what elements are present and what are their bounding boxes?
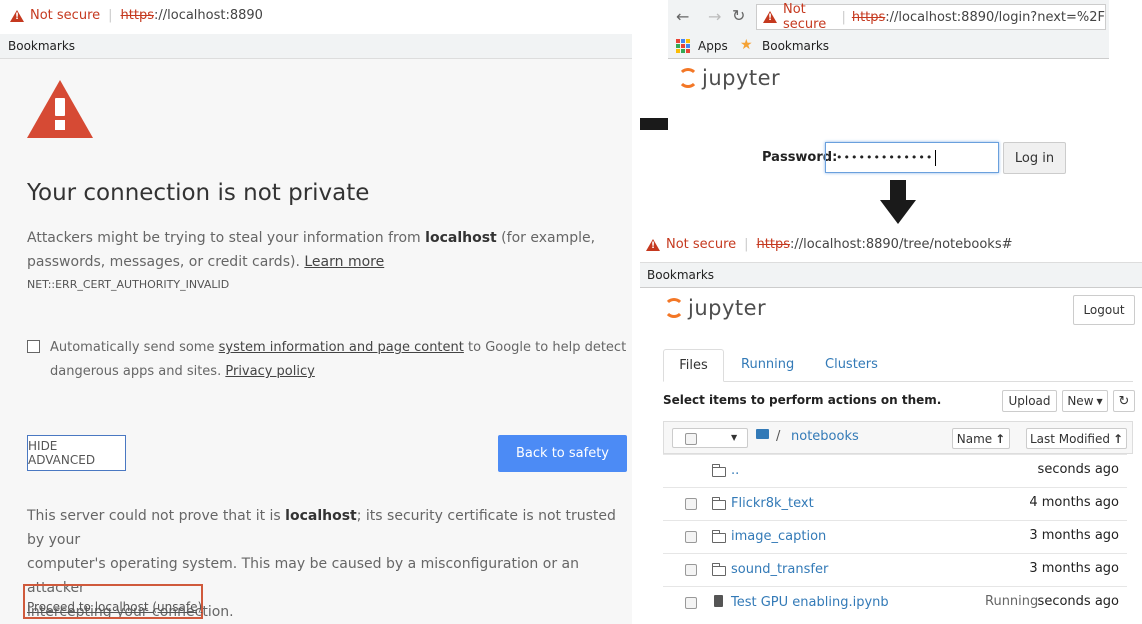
bookmark-star-icon: ★ xyxy=(740,37,753,53)
caret-down-icon: ▼ xyxy=(731,433,738,442)
row-checkbox[interactable] xyxy=(685,498,697,510)
caret-down-icon: ▼ xyxy=(1096,396,1103,406)
list-item[interactable]: image_caption 3 months ago xyxy=(663,520,1127,554)
tab-clusters[interactable]: Clusters xyxy=(825,357,878,372)
checkbox-label: Automatically send some system informati… xyxy=(50,340,627,379)
warning-icon: ! xyxy=(646,238,660,251)
url-text: ://localhost:8890 xyxy=(153,8,263,23)
proceed-highlight-box: Proceed to localhost (unsafe) xyxy=(23,584,203,619)
jupyter-logo[interactable]: jupyter xyxy=(664,296,766,320)
breadcrumb-separator: / xyxy=(776,429,781,444)
modified-time: 3 months ago xyxy=(1029,528,1119,543)
address-bar[interactable]: ! Not secure | https ://localhost:8890 xyxy=(0,0,632,35)
jupyter-orbit-icon xyxy=(678,68,698,88)
privacy-error-page: ! Not secure | https ://localhost:8890 B… xyxy=(0,0,632,624)
jupyter-login-page: ← → ↻ ! Not secure | https ://localhost:… xyxy=(668,0,1109,180)
system-info-link[interactable]: system information and page content xyxy=(219,340,464,355)
folder-icon xyxy=(712,530,726,543)
login-button[interactable]: Log in xyxy=(1003,142,1066,174)
arrow-up-icon: ↑ xyxy=(995,431,1006,446)
tab-divider xyxy=(663,381,1133,382)
large-warning-icon xyxy=(27,80,93,138)
refresh-icon[interactable]: ↻ xyxy=(1113,390,1135,412)
select-all-dropdown[interactable]: ▼ xyxy=(672,428,748,448)
select-instructions: Select items to perform actions on them. xyxy=(663,393,942,407)
warning-description: Attackers might be trying to steal your … xyxy=(27,230,596,270)
list-header: ▼ / notebooks Name ↑ Last Modified ↑ xyxy=(663,421,1133,454)
url-field[interactable]: ! Not secure | https ://localhost:8890/l… xyxy=(756,2,1106,32)
file-name[interactable]: Flickr8k_text xyxy=(731,496,814,511)
modified-time: seconds ago xyxy=(1037,594,1119,609)
password-input[interactable]: ••••••••••••• xyxy=(825,142,999,173)
upload-button[interactable]: Upload xyxy=(1002,390,1057,412)
tab-running[interactable]: Running xyxy=(741,357,794,372)
list-item[interactable]: .. seconds ago xyxy=(663,454,1127,488)
warning-icon: ! xyxy=(10,9,24,22)
bookmarks-bar: Bookmarks xyxy=(0,34,632,59)
bookmarks-label[interactable]: Bookmarks xyxy=(8,39,75,53)
row-checkbox[interactable] xyxy=(685,564,697,576)
learn-more-link[interactable]: Learn more xyxy=(304,254,384,270)
list-item[interactable]: sound_transfer 3 months ago xyxy=(663,553,1127,587)
modified-time: 4 months ago xyxy=(1029,495,1119,510)
file-name[interactable]: sound_transfer xyxy=(731,562,828,577)
notebook-icon xyxy=(714,595,723,607)
address-bar[interactable]: ! Not secure | https ://localhost:8890/t… xyxy=(640,228,1142,263)
file-name[interactable]: Test GPU enabling.ipynb xyxy=(731,595,889,610)
arrow-up-icon: ↑ xyxy=(1112,431,1124,446)
tab-files[interactable]: Files xyxy=(663,349,724,382)
list-item[interactable]: Test GPU enabling.ipynb Running seconds … xyxy=(663,586,1127,621)
modified-time: 3 months ago xyxy=(1029,561,1119,576)
apps-grid-icon[interactable] xyxy=(676,39,690,53)
bookmarks-bar: Apps ★ Bookmarks xyxy=(668,34,1109,59)
running-status: Running xyxy=(985,594,1039,609)
privacy-policy-link[interactable]: Privacy policy xyxy=(225,364,314,379)
logout-button[interactable]: Logout xyxy=(1073,295,1135,325)
select-all-checkbox[interactable] xyxy=(685,433,697,445)
folder-icon xyxy=(756,429,769,439)
hide-advanced-button[interactable]: HIDE ADVANCED xyxy=(27,435,126,471)
bookmarks-bar: Bookmarks xyxy=(640,263,1142,288)
folder-icon xyxy=(712,497,726,510)
send-info-checkbox[interactable] xyxy=(27,340,40,353)
bookmarks-label[interactable]: Bookmarks xyxy=(762,39,829,53)
reload-icon[interactable]: ↻ xyxy=(732,6,745,25)
row-checkbox[interactable] xyxy=(685,597,697,609)
row-checkbox[interactable] xyxy=(685,531,697,543)
error-code: NET::ERR_CERT_AUTHORITY_INVALID xyxy=(27,278,230,291)
proceed-link[interactable]: Proceed to localhost (unsafe) xyxy=(27,600,202,614)
apps-link[interactable]: Apps xyxy=(698,39,728,53)
file-name[interactable]: .. xyxy=(731,463,739,478)
modified-time: seconds ago xyxy=(1037,462,1119,477)
not-secure-label[interactable]: Not secure xyxy=(30,8,100,23)
back-icon[interactable]: ← xyxy=(676,7,689,26)
arrow-down-icon xyxy=(880,180,916,224)
jupyter-orbit-icon xyxy=(664,298,684,318)
file-name[interactable]: image_caption xyxy=(731,529,826,544)
new-button[interactable]: New ▼ xyxy=(1062,390,1108,412)
folder-icon xyxy=(712,563,726,576)
back-to-safety-button[interactable]: Back to safety xyxy=(498,435,627,472)
breadcrumb-notebooks[interactable]: notebooks xyxy=(791,429,859,444)
warning-icon: ! xyxy=(763,11,777,23)
forward-icon[interactable]: → xyxy=(708,7,721,26)
address-bar: ← → ↻ ! Not secure | https ://localhost:… xyxy=(668,0,1109,34)
sort-name-button[interactable]: Name ↑ xyxy=(952,428,1010,449)
url-scheme: https xyxy=(120,8,154,23)
page-title: Your connection is not private xyxy=(27,180,370,206)
list-item[interactable]: Flickr8k_text 4 months ago xyxy=(663,487,1127,521)
jupyter-logo[interactable]: jupyter xyxy=(678,66,780,90)
sort-modified-button[interactable]: Last Modified ↑ xyxy=(1026,428,1127,449)
bookmarks-label[interactable]: Bookmarks xyxy=(647,268,714,282)
folder-icon xyxy=(712,464,726,477)
